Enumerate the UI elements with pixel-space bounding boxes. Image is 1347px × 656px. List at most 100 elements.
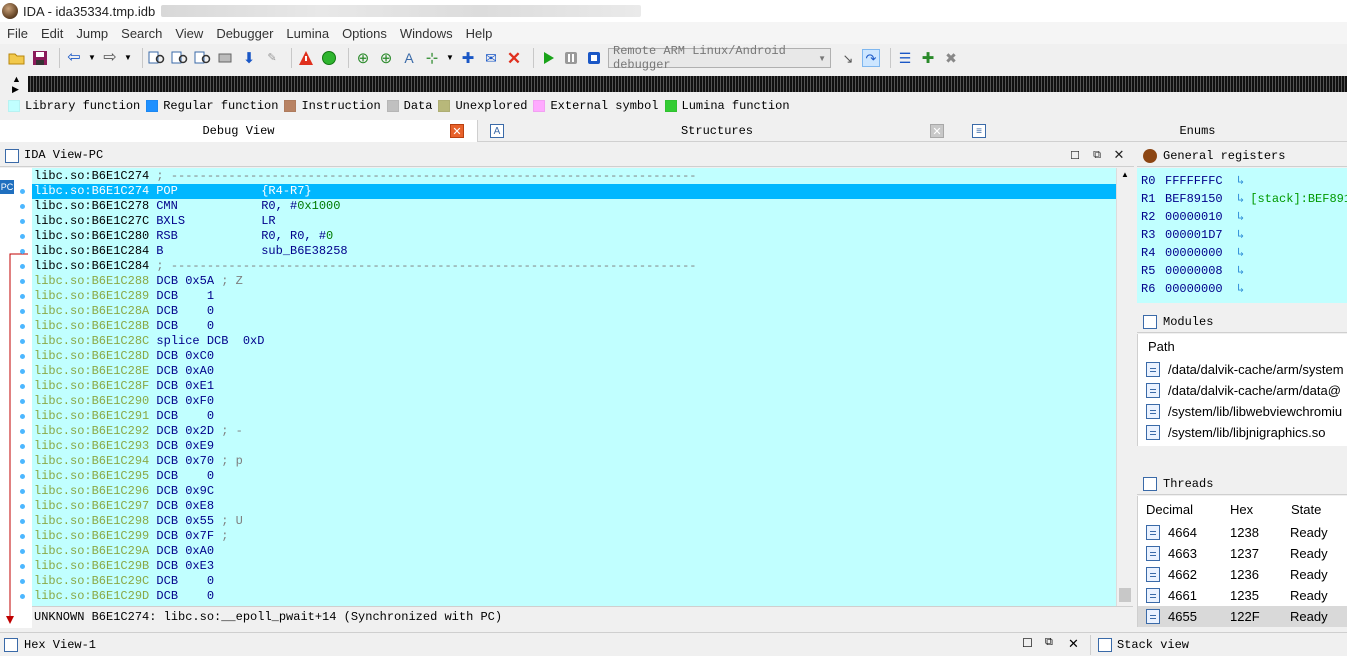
- registers-panel[interactable]: R0 FFFFFFFC ↳ R1 BEF89150 ↳ [stack]:BEF891 R2…: [1137, 168, 1347, 303]
- pause-icon[interactable]: [562, 49, 580, 67]
- code-row[interactable]: libc.so:B6E1C284 ; ---------------------…: [34, 259, 697, 274]
- tab-enums[interactable]: Enums: [958, 120, 1347, 142]
- breakpoint-slot-icon[interactable]: [20, 339, 25, 344]
- add-data-icon[interactable]: ⊕: [377, 49, 395, 67]
- code-row[interactable]: libc.so:B6E1C27C BXLS LR: [34, 214, 276, 229]
- register-row[interactable]: R1 BEF89150 ↳ [stack]:BEF891: [1141, 190, 1347, 208]
- breakpoint-slot-icon[interactable]: [20, 549, 25, 554]
- disassembly-listing[interactable]: libc.so:B6E1C274 ; ---------------------…: [32, 168, 1116, 606]
- thread-row[interactable]: 4662 1236 Ready: [1138, 564, 1347, 585]
- code-row[interactable]: libc.so:B6E1C290 DCB 0xF0: [34, 394, 214, 409]
- search-text-icon[interactable]: [148, 49, 166, 67]
- register-value[interactable]: FFFFFFFC: [1165, 174, 1223, 188]
- breakpoint-slot-icon[interactable]: [20, 414, 25, 419]
- graph-warning-icon[interactable]: [297, 49, 315, 67]
- register-row[interactable]: R4 00000000 ↳: [1141, 244, 1244, 262]
- module-row[interactable]: /system/lib/libjnigraphics.so: [1146, 422, 1326, 443]
- open-folder-icon[interactable]: [8, 49, 26, 67]
- breakpoint-slot-icon[interactable]: [20, 474, 25, 479]
- breakpoint-slot-icon[interactable]: [20, 294, 25, 299]
- breakpoint-slot-icon[interactable]: [20, 504, 25, 509]
- remove-breakpoint-icon[interactable]: ✖: [942, 49, 960, 67]
- close-tab-structures-icon[interactable]: ✕: [930, 124, 944, 138]
- register-value[interactable]: 000001D7: [1165, 228, 1223, 242]
- jump-to-address-icon[interactable]: ↳: [1223, 192, 1244, 206]
- scroll-thumb[interactable]: [1119, 588, 1131, 602]
- module-row[interactable]: /data/dalvik-cache/arm/data@: [1146, 380, 1341, 401]
- column-path[interactable]: Path: [1148, 339, 1175, 354]
- register-value[interactable]: 00000000: [1165, 282, 1223, 296]
- jump-to-address-icon[interactable]: ↳: [1223, 228, 1244, 242]
- edit-patch-icon[interactable]: ✎: [263, 49, 281, 67]
- code-row[interactable]: libc.so:B6E1C274 ; ---------------------…: [34, 169, 697, 184]
- add-code-icon[interactable]: ⊕: [354, 49, 372, 67]
- code-row[interactable]: libc.so:B6E1C298 DCB 0x55 ; U: [34, 514, 243, 529]
- menu-options[interactable]: Options: [335, 26, 393, 41]
- register-value[interactable]: BEF89150: [1165, 192, 1223, 206]
- vertical-scrollbar[interactable]: ▲: [1116, 168, 1133, 606]
- breakpoint-list-icon[interactable]: ☰: [896, 49, 914, 67]
- jump-to-address-icon[interactable]: ↳: [1223, 210, 1244, 224]
- breakpoint-slot-icon[interactable]: [20, 219, 25, 224]
- hex-view-restore-icon[interactable]: ⧉: [1045, 636, 1053, 649]
- current-instruction-row[interactable]: libc.so:B6E1C274 POP {R4-R7}: [32, 184, 1116, 199]
- back-dropdown-icon[interactable]: ▼: [88, 49, 96, 67]
- close-tab-debug-view-icon[interactable]: ✕: [450, 124, 464, 138]
- navigation-strip[interactable]: [28, 76, 1347, 92]
- delete-red-x-icon[interactable]: ✕: [505, 49, 523, 67]
- menu-windows[interactable]: Windows: [393, 26, 459, 41]
- jump-down-icon[interactable]: ⬇: [240, 49, 258, 67]
- add-struct-icon[interactable]: ⊹: [423, 49, 441, 67]
- breakpoint-slot-icon[interactable]: [20, 579, 25, 584]
- code-row[interactable]: libc.so:B6E1C289 DCB 1: [34, 289, 214, 304]
- code-row[interactable]: libc.so:B6E1C278 CMN R0, #0x1000: [34, 199, 340, 214]
- code-row[interactable]: libc.so:B6E1C28F DCB 0xE1: [34, 379, 214, 394]
- code-row[interactable]: libc.so:B6E1C28A DCB 0: [34, 304, 214, 319]
- register-row[interactable]: R2 00000010 ↳: [1141, 208, 1244, 226]
- back-arrow-icon[interactable]: ⇦: [65, 49, 83, 67]
- code-row[interactable]: libc.so:B6E1C28B DCB 0: [34, 319, 214, 334]
- step-into-icon[interactable]: ↘: [839, 49, 857, 67]
- add-dropdown-icon[interactable]: ▼: [446, 49, 454, 67]
- edit-struct-icon[interactable]: ✉: [482, 49, 500, 67]
- breakpoint-slot-icon[interactable]: [20, 249, 25, 254]
- menu-search[interactable]: Search: [114, 26, 168, 41]
- breakpoint-slot-icon[interactable]: [20, 399, 25, 404]
- register-row[interactable]: R5 00000008 ↳: [1141, 262, 1244, 280]
- breakpoint-slot-icon[interactable]: [20, 204, 25, 209]
- tab-debug-view[interactable]: Debug View: [0, 120, 478, 142]
- breakpoint-slot-icon[interactable]: [20, 234, 25, 239]
- stack-view-tab[interactable]: Stack view: [1117, 638, 1189, 652]
- tab-structures[interactable]: Structures: [478, 120, 956, 142]
- code-row[interactable]: libc.so:B6E1C294 DCB 0x70 ; p: [34, 454, 243, 469]
- column-decimal[interactable]: Decimal: [1146, 502, 1193, 517]
- register-value[interactable]: 00000010: [1165, 210, 1223, 224]
- column-state[interactable]: State: [1291, 502, 1321, 517]
- thread-row[interactable]: 4655 122F Ready: [1138, 606, 1347, 627]
- restore-icon[interactable]: ⧉: [1090, 148, 1104, 162]
- code-row[interactable]: libc.so:B6E1C293 DCB 0xE9: [34, 439, 214, 454]
- breakpoint-slot-icon[interactable]: [20, 189, 25, 194]
- code-row[interactable]: libc.so:B6E1C296 DCB 0x9C: [34, 484, 214, 499]
- breakpoint-slot-icon[interactable]: [20, 369, 25, 374]
- breakpoint-slot-icon[interactable]: [20, 384, 25, 389]
- scroll-up-icon[interactable]: ▲: [1121, 170, 1129, 179]
- jump-to-address-icon[interactable]: ↳: [1223, 282, 1244, 296]
- breakpoint-slot-icon[interactable]: [20, 444, 25, 449]
- breakpoint-slot-icon[interactable]: [20, 279, 25, 284]
- step-over-icon[interactable]: ↷: [862, 49, 880, 67]
- add-breakpoint-icon[interactable]: ✚: [919, 49, 937, 67]
- threads-list[interactable]: Decimal Hex State 4664 1238 Ready 4663 1237 R…: [1137, 496, 1347, 627]
- code-row[interactable]: libc.so:B6E1C297 DCB 0xE8: [34, 499, 214, 514]
- breakpoint-slot-icon[interactable]: [20, 564, 25, 569]
- code-row[interactable]: libc.so:B6E1C29C DCB 0: [34, 574, 214, 589]
- code-row[interactable]: libc.so:B6E1C29D DCB 0: [34, 589, 214, 604]
- add-enum-icon[interactable]: ✚: [459, 49, 477, 67]
- jump-to-address-icon[interactable]: ↳: [1223, 264, 1244, 278]
- module-row[interactable]: /system/lib/libwebviewchromiu: [1146, 401, 1342, 422]
- breakpoint-slot-icon[interactable]: [20, 354, 25, 359]
- menu-jump[interactable]: Jump: [69, 26, 114, 41]
- breakpoint-slot-icon[interactable]: [20, 264, 25, 269]
- column-hex[interactable]: Hex: [1230, 502, 1253, 517]
- code-row[interactable]: libc.so:B6E1C280 RSB R0, R0, #0: [34, 229, 333, 244]
